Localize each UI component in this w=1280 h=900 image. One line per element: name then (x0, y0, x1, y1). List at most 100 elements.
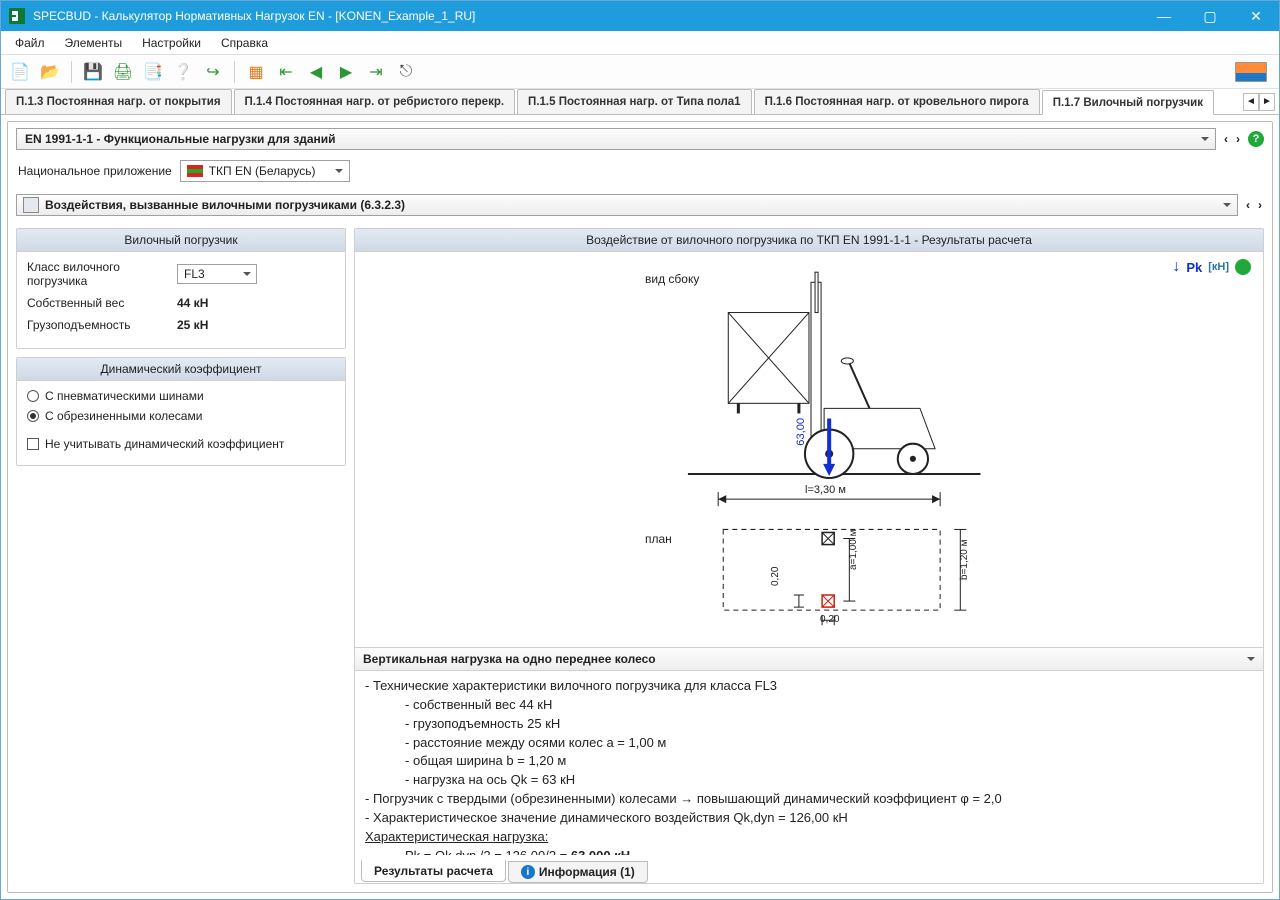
window-controls: — ▢ ✕ (1141, 1, 1279, 31)
tab-results[interactable]: Результаты расчета (361, 860, 506, 882)
vertical-load-section-label: Вертикальная нагрузка на одно переднее к… (363, 652, 656, 666)
national-annex-select[interactable]: ТКП EN (Беларусь) (180, 160, 350, 182)
actions-combo-label: Воздействия, вызванные вилочными погрузч… (45, 198, 405, 212)
toolbar: 📄 📂 💾 🖨 📑 ❔ ↪ ▦ ⇤ ◀ ▶ ⇥ ⎋ (1, 55, 1279, 89)
menubar: Файл Элементы Настройки Справка (1, 31, 1279, 55)
content-area: EN 1991-1-1 - Функциональные нагрузки дл… (7, 121, 1273, 893)
calc-line: Характеристическая нагрузка: (365, 828, 1253, 847)
separator (234, 61, 235, 83)
input-pane: Вилочный погрузчик Класс вилочного погру… (16, 228, 346, 884)
radio-solid[interactable]: С обрезиненными колесами (27, 409, 335, 423)
results-title: Воздействие от вилочного погрузчика по Т… (355, 229, 1263, 252)
new-file-icon[interactable]: 📄 (7, 59, 33, 85)
calc-line: - нагрузка на ось Qk = 63 кН (365, 771, 1253, 790)
tab-p15[interactable]: П.1.5 Постоянная нагр. от Типа пола1 (517, 89, 752, 114)
checkbox-ignore-dynamic[interactable]: Не учитывать динамический коэффициент (27, 437, 335, 451)
actions-prev-icon[interactable]: ‹ (1244, 198, 1252, 212)
calc-line: - общая ширина b = 1,20 м (365, 752, 1253, 771)
forklift-diagram: 63,00 (355, 252, 1263, 651)
dynamic-coef-panel: Динамический коэффициент С пневматически… (16, 357, 346, 466)
radio-pneumatic-label: С пневматическими шинами (45, 389, 204, 403)
document-tabstrip: П.1.3 Постоянная нагр. от покрытия П.1.4… (1, 89, 1279, 115)
checkbox-ignore-dynamic-label: Не учитывать динамический коэффициент (45, 437, 284, 451)
flag-icon (187, 165, 203, 177)
standard-next-icon[interactable]: › (1234, 132, 1242, 146)
class-select[interactable]: FL3 (177, 264, 257, 284)
maximize-button[interactable]: ▢ (1187, 1, 1233, 31)
menu-elements[interactable]: Элементы (55, 31, 133, 54)
brand-logo-icon (1235, 62, 1267, 82)
add-last-icon[interactable]: ⇥ (363, 59, 389, 85)
dim-b-label: b=1,20 м (959, 539, 970, 580)
national-annex-label: Национальное приложение (18, 164, 172, 178)
radio-solid-label: С обрезиненными колесами (45, 409, 202, 423)
dim-020b-label: 0,20 (770, 567, 781, 586)
results-pane: Воздействие от вилочного погрузчика по Т… (354, 228, 1264, 884)
forklift-panel-title: Вилочный погрузчик (17, 229, 345, 252)
tabstrip-prev-icon[interactable]: ◄ (1243, 93, 1259, 111)
actions-combo[interactable]: Воздействия, вызванные вилочными погрузч… (16, 194, 1238, 216)
exit-icon[interactable]: ↪ (200, 59, 226, 85)
tab-results-label: Результаты расчета (374, 864, 493, 878)
tab-info-label: Информация (1) (539, 865, 635, 879)
separator (71, 61, 72, 83)
radio-icon (27, 390, 39, 402)
app-icon (9, 8, 25, 24)
class-label: Класс вилочного погрузчика (27, 260, 177, 288)
tab-p13[interactable]: П.1.3 Постоянная нагр. от покрытия (5, 89, 232, 114)
capacity-label: Грузоподъемность (27, 318, 177, 332)
export-word-icon[interactable]: 📑 (140, 59, 166, 85)
dynamic-coef-title: Динамический коэффициент (17, 358, 345, 381)
calc-line: - Характеристическое значение динамическ… (365, 809, 1253, 828)
bottom-tabstrip: Результаты расчета i Информация (1) (355, 855, 1263, 883)
close-button[interactable]: ✕ (1233, 1, 1279, 31)
window-title: SPECBUD - Калькулятор Нормативных Нагруз… (33, 9, 1141, 23)
dim-020a-label: 0,20 (820, 614, 839, 625)
grid-icon[interactable]: ▦ (243, 59, 269, 85)
calc-formula: Pk = Qk,dyn /2 = 126,00/2 = 63,000 кН (365, 847, 1253, 855)
calc-line: - грузоподъемность 25 кН (365, 715, 1253, 734)
vertical-load-section[interactable]: Вертикальная нагрузка на одно переднее к… (355, 647, 1263, 671)
help-icon[interactable]: ❔ (170, 59, 196, 85)
titlebar: SPECBUD - Калькулятор Нормативных Нагруз… (1, 1, 1279, 31)
dim-a-label: a=1,00 м (848, 529, 859, 570)
forklift-group-icon (23, 197, 39, 213)
class-value: FL3 (184, 267, 205, 281)
tabstrip-next-icon[interactable]: ► (1259, 93, 1275, 111)
info-icon: i (521, 865, 535, 879)
radio-icon (27, 410, 39, 422)
checkbox-icon (27, 438, 39, 450)
standard-combo[interactable]: EN 1991-1-1 - Функциональные нагрузки дл… (16, 128, 1216, 150)
standard-prev-icon[interactable]: ‹ (1222, 132, 1230, 146)
add-right-icon[interactable]: ▶ (333, 59, 359, 85)
menu-help[interactable]: Справка (211, 31, 278, 54)
forklift-panel: Вилочный погрузчик Класс вилочного погру… (16, 228, 346, 349)
tab-p17[interactable]: П.1.7 Вилочный погрузчик (1042, 90, 1214, 115)
diagram-area: ↓ Pk [кН] вид сбоку план (355, 252, 1263, 647)
delete-tab-icon[interactable]: ⎋ (393, 59, 419, 85)
tab-p16[interactable]: П.1.6 Постоянная нагр. от кровельного пи… (754, 89, 1040, 114)
calculation-text: - Технические характеристики вилочного п… (355, 671, 1263, 855)
actions-next-icon[interactable]: › (1256, 198, 1264, 212)
open-file-icon[interactable]: 📂 (37, 59, 63, 85)
tab-info[interactable]: i Информация (1) (508, 861, 648, 883)
add-left-icon[interactable]: ◀ (303, 59, 329, 85)
menu-settings[interactable]: Настройки (132, 31, 211, 54)
minimize-button[interactable]: — (1141, 1, 1187, 31)
standard-help-icon[interactable]: ? (1248, 131, 1264, 147)
calc-line: - Погрузчик с твердыми (обрезиненными) к… (365, 790, 1253, 809)
add-first-icon[interactable]: ⇤ (273, 59, 299, 85)
radio-pneumatic[interactable]: С пневматическими шинами (27, 389, 335, 403)
national-annex-value: ТКП EN (Беларусь) (209, 164, 316, 178)
menu-file[interactable]: Файл (5, 31, 55, 54)
print-icon[interactable]: 🖨 (110, 59, 136, 85)
self-weight-value: 44 кН (177, 296, 208, 310)
formula-lhs: Pk = Qk,dyn /2 = 126,00/2 = (405, 848, 571, 855)
formula-result: 63,000 кН (571, 848, 630, 855)
self-weight-label: Собственный вес (27, 296, 177, 310)
dim-l-label: l=3,30 м (805, 484, 846, 496)
tab-p14[interactable]: П.1.4 Постоянная нагр. от ребристого пер… (234, 89, 516, 114)
axle-load-label: 63,00 (795, 418, 807, 446)
standard-combo-label: EN 1991-1-1 - Функциональные нагрузки дл… (25, 132, 336, 146)
save-icon[interactable]: 💾 (80, 59, 106, 85)
